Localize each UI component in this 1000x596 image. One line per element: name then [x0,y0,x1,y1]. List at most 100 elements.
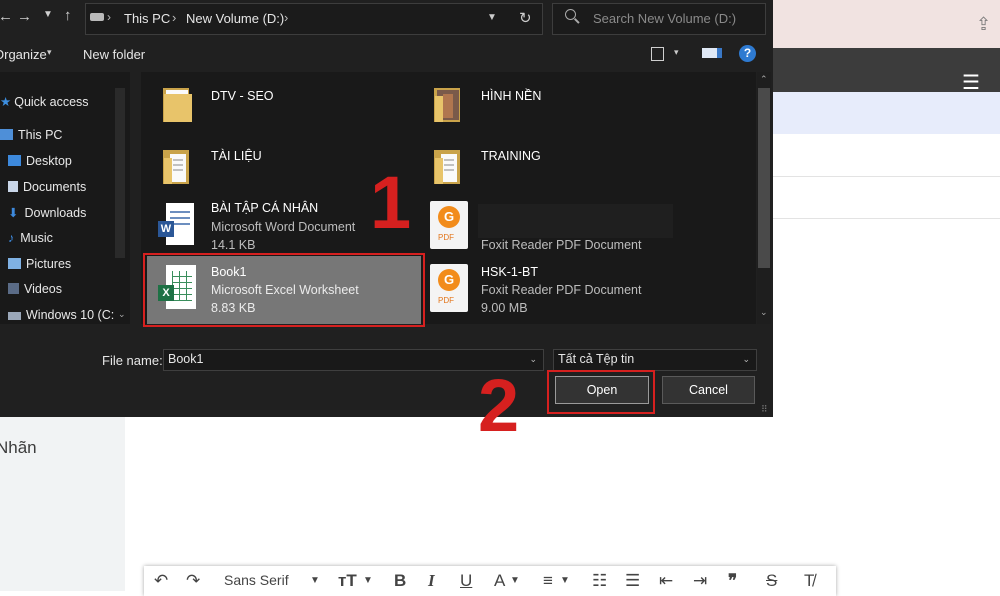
font-family-select[interactable]: Sans Serif [224,572,289,588]
file-name-dropdown-icon[interactable]: ⌄ [529,350,537,368]
refresh-icon[interactable]: ↻ [519,9,532,27]
bulleted-list-icon[interactable]: ☰ [625,571,640,591]
breadcrumb-volume[interactable]: New Volume (D:) [186,11,284,26]
view-dropdown-icon[interactable]: ▾ [674,47,679,58]
redo-icon[interactable]: ↷ [186,571,200,591]
nav-scrollbar[interactable] [115,88,125,258]
folder-icon [163,150,189,184]
resize-grip-icon[interactable]: ⠿ [761,404,768,415]
file-type-dropdown-icon[interactable]: ⌄ [742,350,750,368]
text-color-icon[interactable]: A [494,571,505,591]
search-box[interactable]: Search New Volume (D:) [552,3,766,35]
file-type: Microsoft Word Document [211,220,356,234]
organize-button[interactable]: Organize [0,47,47,62]
nav-label: Documents [23,180,87,194]
nav-music[interactable]: ♪ Music [8,231,53,245]
file-name[interactable]: BÀI TẬP CÁ NHÂN [211,201,318,215]
pdf-label: PDF [438,233,454,242]
font-dropdown-icon[interactable]: ▼ [310,575,320,586]
side-label: Nhãn [0,438,37,457]
folder-icon [434,88,460,122]
text-size-icon[interactable]: тT [338,571,357,591]
address-bar[interactable]: › This PC › New Volume (D:) › ▼ ↻ [85,3,543,35]
nav-downloads[interactable]: ⬇ Downloads [8,205,86,220]
text-color-dropdown-icon[interactable]: ▼ [510,575,520,586]
align-icon[interactable]: ≡ [543,571,553,591]
nav-label: Windows 10 (C: [26,308,115,322]
view-options-icon[interactable] [651,47,664,61]
nav-label: Pictures [26,257,72,271]
breadcrumb-this-pc[interactable]: This PC [124,11,170,26]
file-name[interactable]: HSK-1-BT [481,265,538,279]
nav-pictures[interactable]: Pictures [8,257,71,271]
file-scrollbar-thumb[interactable] [758,88,770,268]
file-name[interactable]: TÀI LIỆU [211,149,262,163]
numbered-list-icon[interactable]: ☷ [592,571,607,591]
file-item[interactable] [160,146,194,189]
nav-label: Downloads [24,206,87,220]
highlight-box-file [143,253,425,327]
nav-this-pc[interactable]: This PC [0,128,62,142]
help-icon[interactable]: ? [739,45,756,62]
music-icon: ♪ [8,231,15,245]
file-item[interactable] [160,84,194,127]
nav-desktop[interactable]: Desktop [8,154,72,168]
file-type-select[interactable]: Tất cả Tệp tin ⌄ [553,349,757,371]
indent-more-icon[interactable]: ⇥ [693,571,707,591]
nav-label: Quick access [14,95,89,109]
bold-icon[interactable]: B [394,571,406,591]
file-item[interactable]: G PDF [428,201,472,251]
file-name[interactable]: TRAINING [481,149,541,163]
computer-icon [0,129,13,140]
background-selected-row [773,92,1000,134]
folder-icon [434,150,460,184]
preview-pane-icon[interactable] [702,48,722,58]
recent-chevron-icon[interactable]: ▼ [43,9,53,20]
breadcrumb-separator-icon: › [284,10,289,25]
file-name[interactable]: HÌNH NỀN [481,89,541,103]
nav-videos[interactable]: Videos [8,282,62,296]
back-icon[interactable]: ← [0,8,13,25]
forward-icon[interactable]: → [17,8,32,25]
scroll-down-icon[interactable]: ⌄ [760,307,768,318]
pdf-label: PDF [438,296,454,305]
file-name[interactable]: DTV - SEO [211,89,274,103]
drive-icon [8,312,21,320]
file-name-label: File name: [102,353,163,368]
strikethrough-icon[interactable]: S [766,571,777,591]
file-item[interactable]: G PDF [428,264,472,314]
italic-icon[interactable]: I [428,571,435,591]
formatting-toolbar: ↶ ↷ Sans Serif ▼ тT ▼ B I U A ▼ ≡ ▼ ☷ ☰ … [144,566,836,596]
file-item[interactable] [431,84,465,127]
new-folder-button[interactable]: New folder [83,47,145,62]
scroll-up-icon[interactable]: ⌃ [760,74,768,85]
quote-icon[interactable]: ❞ [728,571,737,591]
file-item[interactable] [431,146,465,189]
desktop-icon [8,155,21,166]
address-dropdown-icon[interactable]: ▼ [487,12,497,23]
indent-less-icon[interactable]: ⇤ [659,571,673,591]
nav-documents[interactable]: Documents [8,180,86,194]
nav-windows-drive[interactable]: Windows 10 (C: [8,308,114,322]
file-size: 14.1 KB [211,238,256,252]
nav-scroll-down-icon[interactable]: ⌄ [118,309,126,320]
step-2-label: 2 [478,364,520,447]
size-dropdown-icon[interactable]: ▼ [363,575,373,586]
undo-icon[interactable]: ↶ [154,571,168,591]
file-type-value: Tất cả Tệp tin [558,352,635,366]
remove-formatting-icon[interactable]: T̸ [804,571,814,591]
step-1-label: 1 [370,161,412,244]
nav-label: Videos [24,282,62,296]
organize-dropdown-icon[interactable]: ▾ [47,47,52,58]
share-icon[interactable]: ⇪ [976,14,991,35]
cancel-button[interactable]: Cancel [662,376,755,404]
divider [773,176,1000,177]
align-dropdown-icon[interactable]: ▼ [560,575,570,586]
nav-quick-access[interactable]: ★ Quick access [0,94,89,109]
underline-icon[interactable]: U [460,571,472,591]
nav-label: This PC [18,128,63,142]
file-item[interactable]: W [158,203,196,247]
nav-label: Desktop [26,154,72,168]
up-icon[interactable]: ↑ [64,7,72,24]
highlight-box-open [547,370,655,414]
